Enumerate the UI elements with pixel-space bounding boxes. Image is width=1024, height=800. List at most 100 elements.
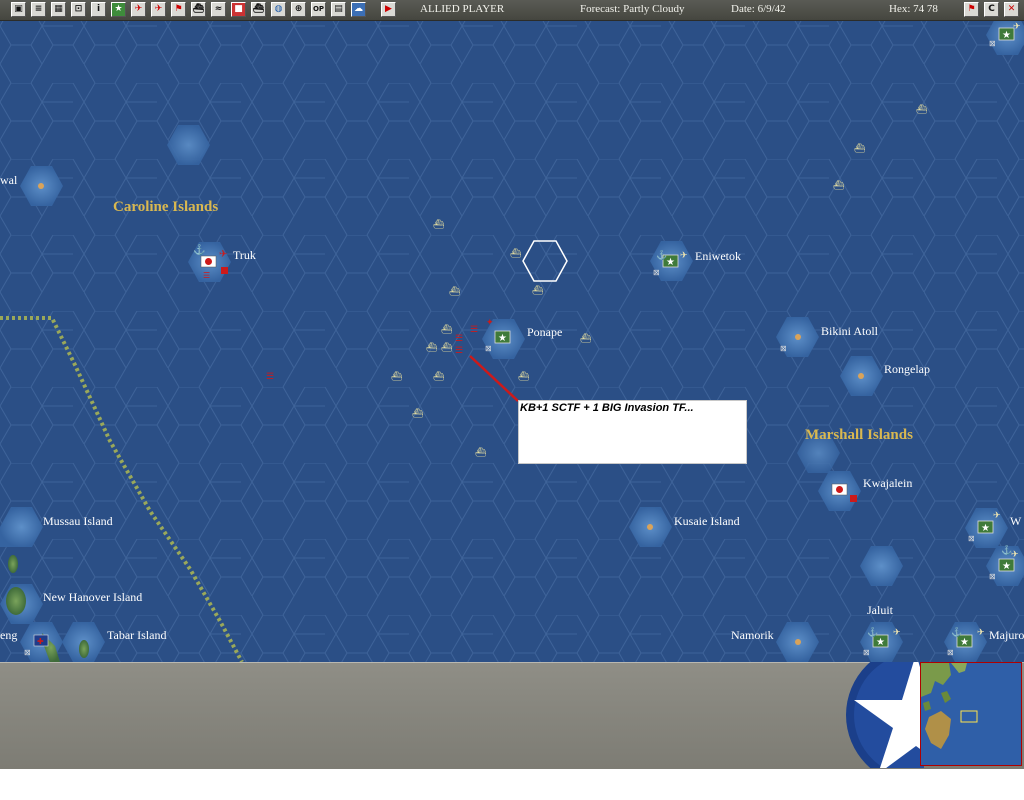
svg-text:⛴: ⛴ (510, 248, 522, 258)
air-icon[interactable]: ⊡ (71, 2, 86, 17)
svg-text:★: ★ (666, 257, 675, 268)
svg-text:⊠: ⊠ (24, 648, 31, 657)
grid-icon[interactable]: ▤ (331, 2, 346, 17)
svg-text:✈: ✈ (993, 510, 1001, 520)
region-label-marshall: Marshall Islands (805, 427, 913, 443)
save-icon[interactable]: ▣ (11, 2, 26, 17)
svg-text:✚: ✚ (37, 637, 44, 646)
svg-text:⊠: ⊠ (863, 648, 870, 657)
player-label: ALLIED PLAYER (420, 3, 505, 15)
svg-text:✈: ✈ (1013, 21, 1021, 31)
svg-text:⛴: ⛴ (580, 333, 592, 343)
place-label-tabar-island[interactable]: Tabar Island (107, 628, 166, 642)
place-label-truk[interactable]: Truk (233, 248, 256, 262)
svg-text:⛴: ⛴ (475, 447, 487, 457)
svg-text:⛴: ⛴ (426, 342, 438, 352)
map-canvas[interactable]: ⚓ ✈ ☰ ★ ★ ★ ★ ★ ★ ★ ✚ ⊠⊠⊠ ⊠ ⊠⊠ ⊠⊠⊠ ⚓ ✈ ⚓… (0, 21, 1024, 662)
play-turn-icon[interactable]: ▶ (381, 2, 396, 17)
svg-text:⊠: ⊠ (780, 344, 787, 353)
place-label-new-hanover-island[interactable]: New Hanover Island (43, 590, 142, 604)
svg-text:☰: ☰ (455, 333, 463, 343)
ship-2-icon[interactable]: ⛴ (251, 2, 266, 17)
place-label-eng[interactable]: eng (0, 628, 17, 642)
minimap[interactable] (920, 662, 1022, 766)
hex-map[interactable]: ⚓ ✈ ☰ ★ ★ ★ ★ ★ ★ ★ ✚ ⊠ ⊠ ⊠ ⊠ ⊠ ⊠ ⊠ ⊠ ⊠ (0, 21, 1024, 662)
flag-icon[interactable]: ⚑ (171, 2, 186, 17)
place-label-bikini-atoll[interactable]: Bikini Atoll (821, 324, 879, 338)
svg-text:★: ★ (981, 523, 990, 534)
star-icon[interactable]: ★ (111, 2, 126, 17)
svg-text:⚓: ⚓ (656, 249, 667, 260)
route-icon[interactable]: ≈ (211, 2, 226, 17)
place-label-rongelap[interactable]: Rongelap (884, 362, 930, 376)
svg-text:☰: ☰ (455, 345, 463, 355)
plane-icon[interactable]: ✈ (131, 2, 146, 17)
svg-text:⛴: ⛴ (433, 371, 445, 381)
cloud-icon[interactable]: ☁ (351, 2, 366, 17)
svg-text:⊠: ⊠ (989, 572, 996, 581)
svg-text:⛴: ⛴ (441, 324, 453, 334)
svg-text:⛴: ⛴ (854, 143, 866, 153)
document-icon[interactable]: ≡ (31, 2, 46, 17)
svg-text:☰: ☰ (203, 271, 210, 280)
svg-text:⊠: ⊠ (653, 268, 660, 277)
svg-text:⊠: ⊠ (989, 39, 996, 48)
target-icon[interactable]: ⊕ (291, 2, 306, 17)
svg-text:⛴: ⛴ (916, 104, 928, 114)
svg-text:⛴: ⛴ (449, 286, 461, 296)
svg-text:⛴: ⛴ (412, 408, 424, 418)
svg-text:⛴: ⛴ (391, 371, 403, 381)
svg-text:⚓: ⚓ (193, 243, 205, 256)
svg-text:☰: ☰ (266, 371, 274, 381)
flag-surrender-icon[interactable]: ⚑ (964, 2, 979, 17)
svg-text:⛴: ⛴ (433, 219, 445, 229)
svg-text:⛴: ⛴ (518, 371, 530, 381)
svg-text:⊠: ⊠ (485, 344, 492, 353)
list-icon[interactable]: ▦ (51, 2, 66, 17)
top-toolbar: ▣ ≡ ▦ ⊡ i ★ ✈ ✈ ⚑ ⛴ ≈ ■ ⛴ ◍ ⊕ OP ▤ ☁ ▶ A… (0, 0, 1024, 21)
svg-text:✈: ✈ (219, 249, 227, 260)
allied-star-emblem-icon (846, 662, 924, 768)
place-label-kwajalein[interactable]: Kwajalein (863, 476, 912, 490)
ship-icon[interactable]: ⛴ (191, 2, 206, 17)
date-label: Date: 6/9/42 (731, 3, 786, 15)
svg-text:⛴: ⛴ (441, 342, 453, 352)
place-label-majuro[interactable]: Majuro (989, 628, 1024, 642)
c-icon[interactable]: C (984, 2, 999, 17)
svg-text:⚓: ⚓ (867, 626, 878, 637)
svg-text:✈: ✈ (1011, 549, 1019, 559)
tf-info-text: KB+1 SCTF + 1 BIG Invasion TF... (520, 402, 694, 414)
svg-text:★: ★ (1002, 30, 1011, 41)
place-label-namorik[interactable]: Namorik (731, 628, 774, 642)
svg-text:☰: ☰ (470, 324, 478, 334)
svg-text:⚓: ⚓ (951, 626, 962, 637)
svg-text:⊠: ⊠ (968, 534, 975, 543)
place-label-wal[interactable]: wal (0, 173, 18, 187)
svg-text:★: ★ (960, 637, 969, 648)
svg-text:✈: ✈ (977, 627, 985, 637)
place-label-kusaie-island[interactable]: Kusaie Island (674, 514, 740, 528)
info-icon[interactable]: i (91, 2, 106, 17)
unit-icon[interactable]: ■ (231, 2, 246, 17)
svg-text:★: ★ (1002, 561, 1011, 572)
place-label-mussau-island[interactable]: Mussau Island (43, 514, 113, 528)
close-icon[interactable]: ✕ (1004, 2, 1019, 17)
tf-info-box: KB+1 SCTF + 1 BIG Invasion TF... (518, 400, 747, 464)
place-label-w[interactable]: W (1010, 514, 1022, 528)
place-label-eniwetok[interactable]: Eniwetok (695, 249, 741, 263)
svg-text:✈: ✈ (893, 627, 901, 637)
svg-text:✈: ✈ (680, 250, 688, 260)
svg-text:✦: ✦ (486, 317, 494, 327)
op-icon[interactable]: OP (311, 2, 326, 17)
place-label-ponape[interactable]: Ponape (527, 325, 562, 339)
region-label-caroline: Caroline Islands (113, 199, 218, 215)
hex-coordinate-label: Hex: 74 78 (889, 3, 938, 15)
svg-text:⊠: ⊠ (947, 648, 954, 657)
svg-text:⛴: ⛴ (833, 180, 845, 190)
plane-2-icon[interactable]: ✈ (151, 2, 166, 17)
place-label-jaluit[interactable]: Jaluit (867, 603, 894, 617)
svg-text:⛴: ⛴ (532, 285, 544, 295)
svg-text:★: ★ (498, 333, 507, 344)
globe-icon[interactable]: ◍ (271, 2, 286, 17)
forecast-label: Forecast: Partly Cloudy (580, 3, 685, 15)
